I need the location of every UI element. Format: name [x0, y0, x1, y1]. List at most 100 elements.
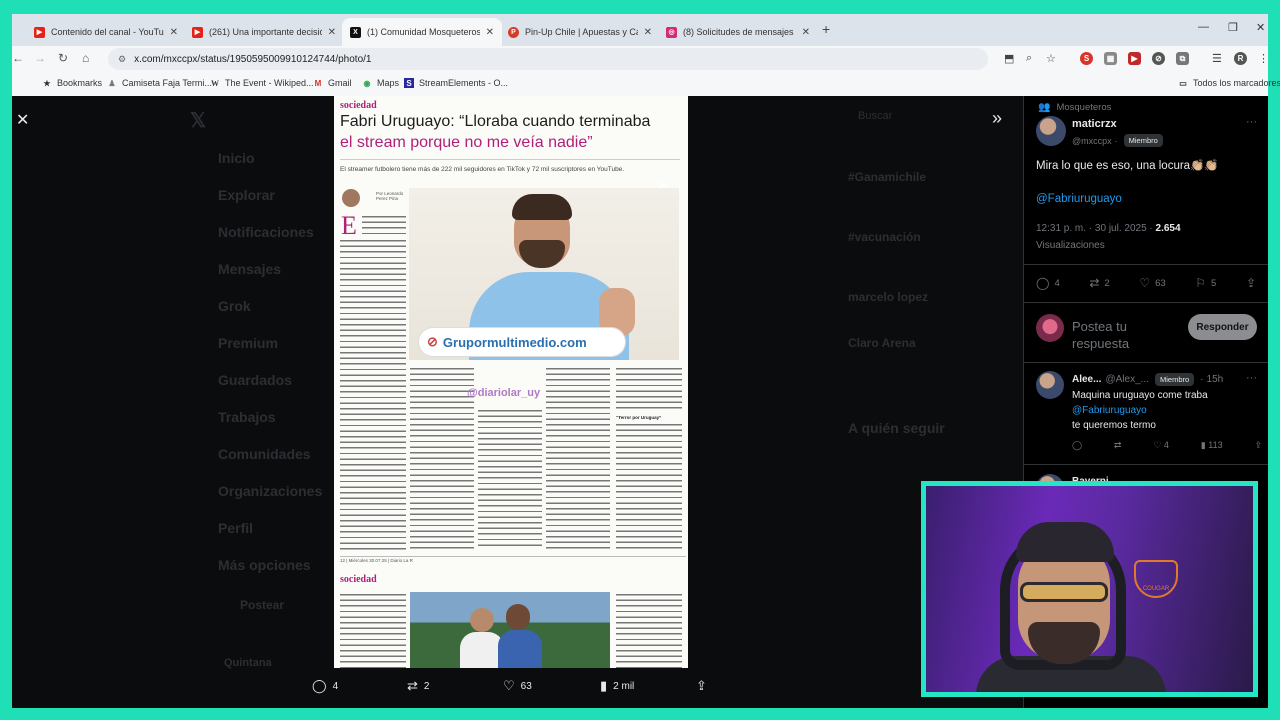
subheadline: El streamer futbolero tiene más de 222 m…: [340, 166, 625, 173]
install-app-icon[interactable]: ⬒: [1004, 52, 1014, 65]
bookmark-label: StreamElements - O...: [419, 78, 509, 88]
reply-icon: ◯: [1072, 440, 1083, 450]
close-tab-icon[interactable]: ✕: [170, 27, 178, 38]
reading-list-icon[interactable]: ☰: [1212, 52, 1222, 65]
bookmark-star-icon[interactable]: ☆: [1046, 52, 1056, 65]
reply-button[interactable]: Responder: [1188, 314, 1257, 340]
view-count: 113: [1208, 440, 1223, 450]
reply-author-handle[interactable]: @Alex_...: [1105, 374, 1149, 385]
extensions-puzzle-icon[interactable]: ⧉: [1176, 52, 1189, 65]
bookmark-icon: ⚐: [1195, 276, 1207, 290]
text-column: [616, 366, 682, 410]
profile-avatar-icon[interactable]: R: [1234, 52, 1247, 65]
address-bar[interactable]: ⚙ x.com/mxccpx/status/195059500991012474…: [108, 48, 988, 70]
more-options-icon[interactable]: ···: [1246, 372, 1257, 384]
views-action[interactable]: ▮ 2 mil: [600, 678, 634, 694]
repost-icon: ⇄: [1089, 276, 1100, 290]
author-name[interactable]: maticrzx: [1072, 118, 1117, 130]
back-icon[interactable]: ←: [12, 51, 24, 65]
reply-stat[interactable]: ◯: [1072, 440, 1082, 451]
reply-time[interactable]: 15h: [1207, 374, 1224, 385]
extension-icon[interactable]: S: [1080, 52, 1093, 65]
community-label[interactable]: 👥 Mosqueteros: [1038, 102, 1111, 113]
reply-author-name[interactable]: Alee...: [1072, 374, 1101, 385]
tab-x-community[interactable]: X (1) Comunidad Mosqueteros ✕: [342, 18, 502, 46]
repost-stat[interactable]: ⇄ 2: [1089, 276, 1109, 290]
menu-kebab-icon[interactable]: ⋮: [1258, 52, 1269, 65]
x-logo-icon: X: [350, 26, 361, 38]
close-tab-icon[interactable]: ✕: [486, 27, 494, 38]
like-stat[interactable]: ♡ 63: [1139, 276, 1165, 290]
close-tab-icon[interactable]: ✕: [328, 27, 336, 38]
repost-stat[interactable]: ⇄: [1114, 440, 1122, 451]
repost-count: 2: [1104, 277, 1110, 289]
watermark-handle: @diariolar_uy: [467, 387, 541, 399]
maximize-icon[interactable]: ❐: [1228, 21, 1238, 34]
site-info-icon[interactable]: ⚙: [118, 54, 126, 65]
like-stat[interactable]: ♡ 4: [1153, 440, 1169, 451]
close-viewer-icon[interactable]: ✕: [16, 110, 29, 130]
new-tab-icon[interactable]: +: [822, 21, 830, 37]
inline-subhead: “Terror por Uruguay”: [616, 415, 662, 420]
home-icon[interactable]: ⌂: [82, 51, 89, 65]
bookmark-item[interactable]: ◉ Maps: [362, 78, 400, 88]
tab-youtube-studio[interactable]: ▶ Contenido del canal - YouTube ✕: [26, 18, 186, 46]
ghost-post-button: Postear: [240, 598, 285, 612]
close-tab-icon[interactable]: ✕: [644, 27, 652, 38]
collapse-sidebar-icon[interactable]: »: [992, 108, 1002, 129]
streamer-cap: [1016, 522, 1114, 562]
tab-pinup[interactable]: P Pin-Up Chile | Apuestas y Casino ✕: [500, 18, 660, 46]
mouse-cursor-icon: ➤: [658, 178, 669, 192]
minimize-icon[interactable]: —: [1198, 21, 1209, 33]
text-column: [616, 592, 682, 668]
bookmark-item[interactable]: ★ Bookmarks: [42, 78, 102, 88]
reply-icon: ◯: [1036, 276, 1050, 290]
forward-icon[interactable]: →: [34, 51, 46, 65]
views-stat[interactable]: ▮ 113: [1201, 440, 1223, 451]
author-handle[interactable]: @mxccpx: [1072, 136, 1112, 146]
reply-mention-link[interactable]: @Fabriuruguayo: [1072, 403, 1208, 418]
bookmark-item[interactable]: M Gmail: [313, 78, 352, 88]
more-options-icon[interactable]: ···: [1246, 116, 1257, 128]
extension-icon[interactable]: ⊘: [1152, 52, 1165, 65]
newspaper-image[interactable]: sociedad Fabri Uruguayo: “Lloraba cuando…: [334, 96, 688, 668]
like-action[interactable]: ♡ 63: [503, 678, 532, 694]
bookmarks-bar: ★ Bookmarks ♟ Camiseta Faja Termi... W The …: [12, 72, 1280, 96]
tab-youtube-video[interactable]: ▶ (261) Una importante decisión ✕: [184, 18, 344, 46]
tab-title: Contenido del canal - YouTube: [51, 27, 164, 37]
ghost-nav-item: Grok: [218, 298, 251, 314]
community-name: Mosqueteros: [1056, 102, 1112, 113]
reload-icon[interactable]: ↻: [58, 51, 68, 65]
bookmark-stat[interactable]: ⚐ 5: [1195, 276, 1216, 290]
share-action[interactable]: ⇪: [696, 678, 713, 694]
tab-instagram[interactable]: ◎ (8) Solicitudes de mensajes • C ✕: [658, 18, 818, 46]
reply-stat[interactable]: ◯ 4: [1036, 276, 1060, 290]
ghost-nav-item: Notificaciones: [218, 224, 314, 240]
bookmark-item[interactable]: ♟ Camiseta Faja Termi...: [107, 78, 211, 88]
avatar[interactable]: [1036, 116, 1066, 146]
repost-action[interactable]: ⇄ 2: [407, 678, 429, 694]
avatar[interactable]: [1036, 371, 1064, 399]
share-stat[interactable]: ⇪: [1246, 276, 1261, 290]
heart-icon: ♡: [503, 678, 515, 693]
close-window-icon[interactable]: ✕: [1256, 21, 1265, 34]
close-tab-icon[interactable]: ✕: [802, 27, 810, 38]
post-mention-link[interactable]: @Fabriuruguayo: [1036, 193, 1122, 205]
bookmark-item[interactable]: S StreamElements - O...: [404, 78, 508, 88]
text-column: [362, 214, 406, 234]
zoom-icon[interactable]: ⌕: [1026, 52, 1032, 65]
reply-input[interactable]: Postea tu respuesta: [1072, 318, 1182, 352]
post-text: Mira lo que es eso, una locura👏🏼👏🏼: [1036, 160, 1219, 172]
other-bookmarks[interactable]: ▭ Todos los marcadores: [1178, 78, 1280, 88]
ghost-nav-item: Explorar: [218, 187, 275, 203]
divider: [1024, 362, 1268, 363]
share-stat[interactable]: ⇪: [1254, 440, 1262, 451]
extension-icon[interactable]: ▶: [1128, 52, 1141, 65]
reply-action[interactable]: ◯ 4: [312, 678, 338, 694]
timestamp-text[interactable]: 12:31 p. m. · 30 jul. 2025 ·: [1036, 223, 1156, 234]
bookmark-item[interactable]: W The Event - Wikiped...: [210, 78, 314, 88]
ghost-trend: #vacunación: [848, 230, 921, 244]
extension-icon[interactable]: ▦: [1104, 52, 1117, 65]
community-icon: 👥: [1038, 102, 1051, 113]
browser-window: ▶ Contenido del canal - YouTube ✕ ▶ (261…: [12, 14, 1280, 96]
